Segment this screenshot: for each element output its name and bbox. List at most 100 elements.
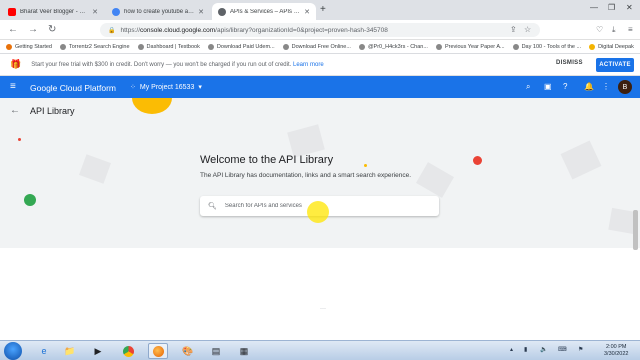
tab-apis-services[interactable]: APIs & Services – APIs and serv... ✕ <box>212 3 316 20</box>
firefox-icon[interactable] <box>148 343 168 359</box>
globe-icon <box>60 43 66 50</box>
bookmark-item[interactable]: Getting Started <box>6 43 52 50</box>
search-icon: 🔍︎ <box>208 203 217 210</box>
chrome-icon[interactable] <box>118 343 138 359</box>
help-icon[interactable]: ? <box>563 82 567 91</box>
bookmark-item[interactable]: Torrentz2 Search Engine <box>60 43 130 50</box>
back-arrow-icon[interactable]: ← <box>8 24 18 35</box>
close-tab-icon[interactable]: ✕ <box>304 8 310 16</box>
network-icon[interactable]: ▮ <box>524 346 527 353</box>
avatar[interactable]: B <box>618 80 632 94</box>
url-field[interactable]: 🔒 https://console.cloud.google.com/apis/… <box>100 23 540 37</box>
url-path: /apis/library?organizationId=0&project=p… <box>215 26 388 34</box>
gcp-header: ≡ Google Cloud Platform ⁘ My Project 165… <box>0 76 640 98</box>
welcome-heading: Welcome to the API Library <box>200 154 334 166</box>
media-player-icon[interactable]: ▶ <box>88 343 108 359</box>
welcome-subtitle: The API Library has documentation, links… <box>200 172 411 179</box>
chevron-down-icon: ▾ <box>198 84 202 91</box>
banner-message: Start your free trial with $300 in credi… <box>31 62 323 68</box>
globe-icon <box>282 43 289 50</box>
decor-circle <box>473 156 482 165</box>
hamburger-menu-icon[interactable]: ≡ <box>10 81 16 92</box>
start-button[interactable] <box>4 342 22 360</box>
bookmark-item[interactable]: Previous Year Paper A... <box>435 43 505 50</box>
search-icon[interactable]: ⌕ <box>526 82 530 92</box>
minimize-icon[interactable]: — <box>590 3 598 12</box>
gcp-icon <box>218 7 226 16</box>
browser-tab-bar: Bharat Veer Blogger - YouTube ✕ how to c… <box>0 0 640 20</box>
reload-icon[interactable]: ↻ <box>48 24 56 35</box>
app-icon[interactable]: ▦ <box>234 343 254 359</box>
bookmarks-bar: Getting Started Torrentz2 Search Engine … <box>0 40 640 54</box>
paint-icon[interactable]: 🎨 <box>178 343 198 359</box>
share-icon[interactable]: ⇪ <box>510 25 517 34</box>
flag-icon[interactable]: ⚑ <box>578 346 583 353</box>
bookmark-item[interactable]: Day 100 - Tools of the ... <box>512 43 582 50</box>
globe-icon <box>512 43 519 50</box>
loading-indicator: ··· <box>320 306 326 312</box>
bookmark-label: Torrentz2 Search Engine <box>69 43 130 50</box>
free-trial-banner: 🎁 Start your free trial with $300 in cre… <box>0 54 640 76</box>
page-scrollbar[interactable] <box>633 210 638 250</box>
tab-youtube[interactable]: Bharat Veer Blogger - YouTube ✕ <box>2 3 104 20</box>
decor-shape <box>416 162 454 198</box>
address-bar-row: ← → ↻ 🔒 https://console.cloud.google.com… <box>0 20 640 40</box>
volume-icon[interactable]: 🔈 <box>540 346 547 353</box>
close-tab-icon[interactable]: ✕ <box>92 8 98 16</box>
tab-title: how to create youtube api key - ... <box>124 8 194 15</box>
banner-text: Start your free trial with $300 in credi… <box>31 61 292 68</box>
language-icon[interactable]: ⌨ <box>558 346 567 353</box>
bookmark-icon <box>589 43 596 50</box>
ie-icon[interactable]: e <box>34 343 54 359</box>
bookmark-item[interactable]: Download Paid Udem... <box>207 43 275 50</box>
bookmark-item[interactable]: Digital Deepak <box>589 43 634 50</box>
notifications-icon[interactable]: 🔔 <box>584 82 594 91</box>
close-window-icon[interactable]: ✕ <box>626 3 633 12</box>
system-clock[interactable]: 2:00 PM 3/30/2022 <box>604 344 628 358</box>
project-name: My Project 16533 <box>139 83 195 91</box>
bookmark-label: Download Paid Udem... <box>216 43 275 50</box>
bookmark-item[interactable]: @Pr0_H4ck3rs - Chan... <box>358 43 428 50</box>
lock-icon[interactable]: 🔒 <box>108 27 115 34</box>
cursor-highlight <box>307 201 329 223</box>
maximize-icon[interactable]: ❐ <box>608 3 615 12</box>
api-library-hero: ← API Library Welcome to the API Library… <box>0 98 640 248</box>
clock-time: 2:00 PM <box>605 344 627 350</box>
tray-up-icon[interactable]: ▴ <box>510 346 513 353</box>
bookmark-item[interactable]: Dashboard | Testbook <box>137 43 200 50</box>
back-arrow-icon[interactable]: ← <box>10 105 20 116</box>
os-taskbar: e 📁 ▶ 🎨 ▤ ▦ ▴ ▮ 🔈 ⌨ ⚑ 2:00 PM 3/30/2022 <box>0 340 640 360</box>
decor-dot <box>18 138 21 141</box>
activate-button[interactable]: ACTIVATE <box>596 58 634 72</box>
cloud-shell-icon[interactable]: ▣ <box>544 82 552 91</box>
more-vert-icon[interactable]: ⋮ <box>602 82 610 91</box>
pocket-icon[interactable]: ♡ <box>596 25 603 34</box>
project-selector[interactable]: ⁘ My Project 16533 ▾ <box>130 83 202 92</box>
decor-circle <box>24 194 36 206</box>
learn-more-link[interactable]: Learn more <box>293 62 324 68</box>
decor-shape <box>79 154 111 184</box>
globe-icon <box>358 43 365 50</box>
app-icon[interactable]: ▤ <box>206 343 226 359</box>
globe-icon <box>435 43 442 50</box>
url-domain: console.cloud.google.com <box>140 26 216 34</box>
brand-title[interactable]: Google Cloud Platform <box>30 83 116 93</box>
decor-shape <box>287 124 325 158</box>
menu-icon[interactable]: ≡ <box>628 25 633 34</box>
new-tab-button[interactable]: + <box>320 4 326 15</box>
globe-icon <box>137 43 144 50</box>
tab-search[interactable]: how to create youtube api key - ... ✕ <box>106 3 210 20</box>
gift-icon: 🎁 <box>10 59 22 69</box>
bookmark-star-icon[interactable]: ☆ <box>524 25 531 34</box>
tab-title: Bharat Veer Blogger - YouTube <box>20 8 88 15</box>
close-tab-icon[interactable]: ✕ <box>198 8 204 16</box>
dismiss-button[interactable]: DISMISS <box>556 60 583 66</box>
download-icon[interactable]: ⤓ <box>612 25 616 35</box>
forward-arrow-icon[interactable]: → <box>28 24 38 35</box>
decor-dot <box>364 164 367 167</box>
clock-date: 3/30/2022 <box>604 351 629 357</box>
bookmark-item[interactable]: Download Free Online... <box>282 43 351 50</box>
folder-icon[interactable]: 📁 <box>60 343 80 359</box>
project-dots-icon: ⁘ <box>130 84 136 91</box>
bookmark-label: Day 100 - Tools of the ... <box>521 43 582 50</box>
